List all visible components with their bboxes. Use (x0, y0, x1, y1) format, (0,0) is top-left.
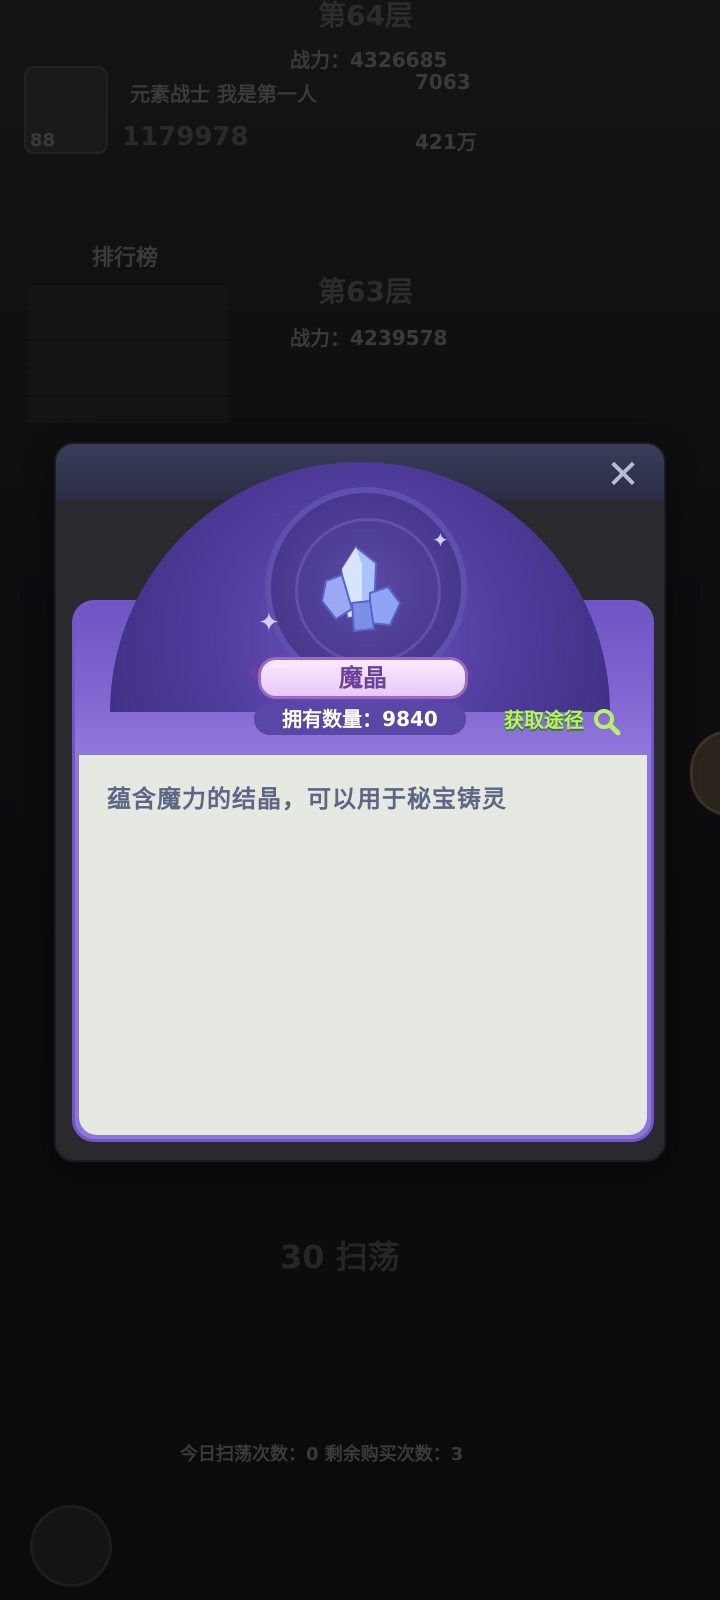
bg-player-power: 1179978 (122, 122, 249, 152)
item-description: 蕴含魔力的结晶，可以用于秘宝铸灵 (107, 785, 507, 813)
bg-player-name: 元素战士 我是第一人 (130, 82, 317, 106)
bg-player-level: 88 (30, 130, 56, 151)
list-item (28, 313, 228, 339)
card-body: 蕴含魔力的结晶，可以用于秘宝铸灵 (79, 755, 647, 1135)
bg-back-button (30, 1505, 112, 1587)
list-item (28, 369, 228, 395)
search-icon[interactable] (593, 708, 621, 736)
sparkle-icon: ✦ (258, 608, 280, 638)
close-icon[interactable]: ✕ (600, 452, 646, 498)
bg-power-mid: 战力：4239578 (290, 326, 448, 350)
list-item (28, 341, 228, 367)
bg-power-top: 战力：4326685 (290, 48, 448, 72)
bg-score-2: 421万 (415, 130, 477, 154)
list-item (28, 397, 228, 423)
bg-rank-list (28, 285, 228, 425)
item-count: 拥有数量：9840 (254, 703, 466, 735)
bg-score-1: 7063 (415, 70, 471, 94)
list-item (28, 285, 228, 311)
item-name: 魔晶 (258, 657, 468, 699)
bg-sweep-button: 30 扫荡 (280, 1238, 400, 1276)
bg-floor-mid: 第63层 (318, 275, 413, 308)
sparkle-icon: ✦ (432, 528, 449, 552)
crystal-icon (320, 545, 402, 633)
bg-bottom-info: 今日扫荡次数：0 剩余购买次数：3 (180, 1444, 464, 1465)
bg-floor-top: 第64层 (318, 0, 413, 32)
obtain-source-button[interactable]: 获取途径 (504, 704, 584, 736)
bg-rank-title: 排行榜 (92, 246, 159, 271)
